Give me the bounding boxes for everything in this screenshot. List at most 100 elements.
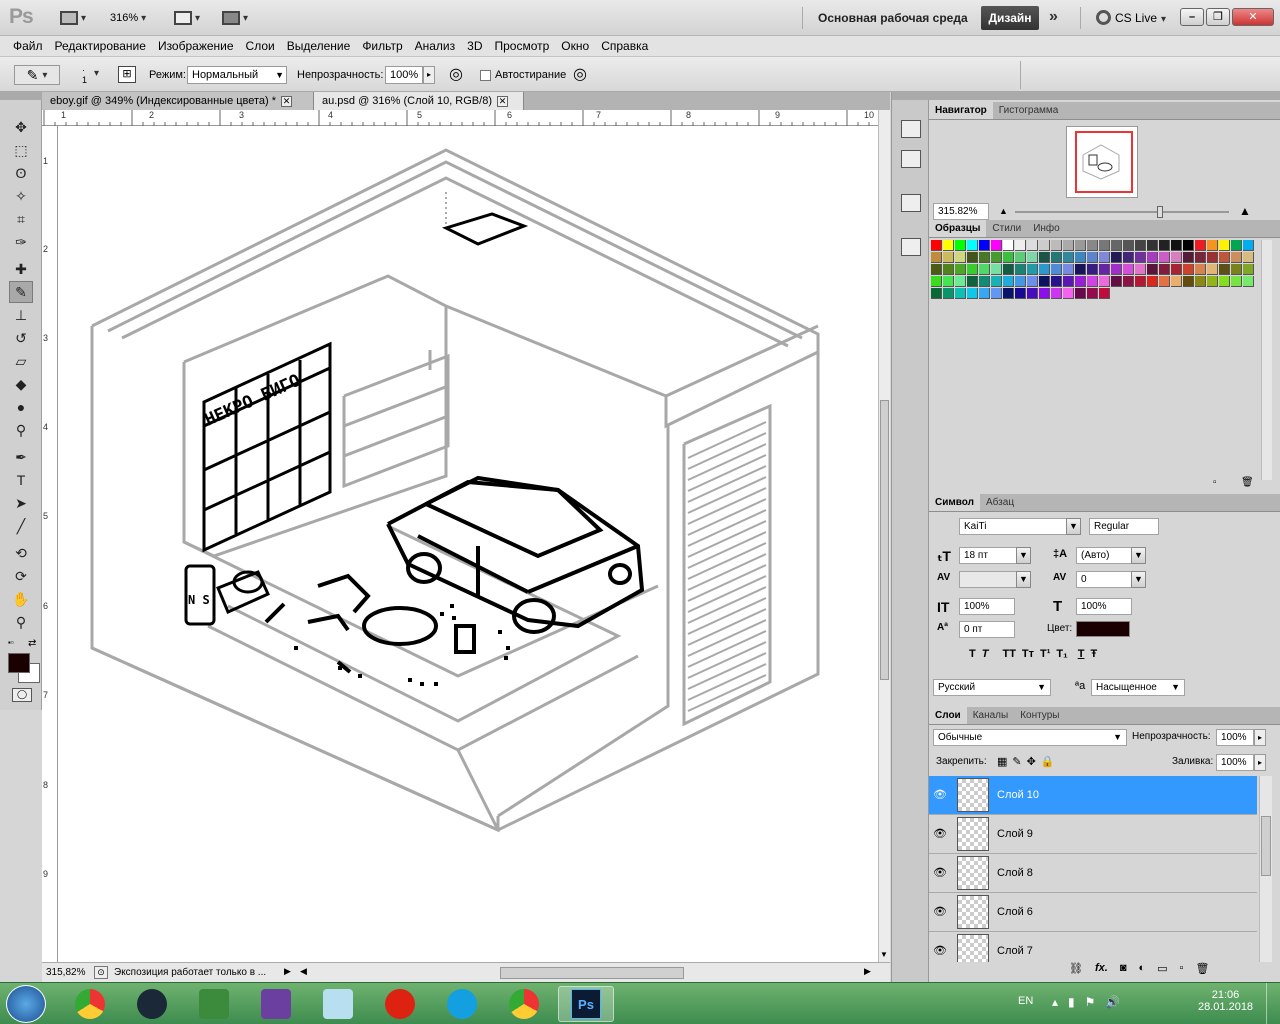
color-swatch[interactable] <box>1147 264 1158 275</box>
color-swatch[interactable] <box>955 252 966 263</box>
color-swatch[interactable] <box>1039 240 1050 251</box>
quick-mask-icon[interactable]: ◯ <box>12 688 32 702</box>
color-swatch[interactable] <box>1003 288 1014 299</box>
navigator-preview[interactable] <box>1066 126 1138 198</box>
zoom-in-icon[interactable]: ▲ <box>1239 204 1251 218</box>
color-swatch[interactable] <box>1015 276 1026 287</box>
color-swatch[interactable] <box>1147 252 1158 263</box>
history-panel-icon[interactable] <box>901 120 921 138</box>
all-caps-button[interactable]: TT <box>1002 648 1015 660</box>
color-swatch[interactable] <box>1015 264 1026 275</box>
font-family-dropdown-icon[interactable]: ▼ <box>1066 518 1081 535</box>
layer-row[interactable]: 👁 Слой 8 <box>929 854 1257 893</box>
path-selection-tool-icon[interactable]: ➤ <box>9 492 33 514</box>
pen-tool-icon[interactable]: ✒ <box>9 446 33 468</box>
color-swatch[interactable] <box>1243 264 1254 275</box>
screen-mode-button[interactable] <box>222 8 248 28</box>
color-swatch[interactable] <box>1003 252 1014 263</box>
taskbar-photoshop-button[interactable]: Ps <box>558 986 614 1022</box>
layers-scrollbar[interactable] <box>1259 776 1272 962</box>
color-swatch[interactable] <box>967 240 978 251</box>
color-swatch[interactable] <box>1063 288 1074 299</box>
color-swatch[interactable] <box>1207 240 1218 251</box>
more-workspaces-icon[interactable]: » <box>1049 8 1058 26</box>
color-swatch[interactable] <box>1087 276 1098 287</box>
color-swatch[interactable] <box>979 252 990 263</box>
color-swatch[interactable] <box>1147 276 1158 287</box>
color-swatch[interactable] <box>1099 276 1110 287</box>
color-swatch[interactable] <box>991 264 1002 275</box>
color-swatch[interactable] <box>979 288 990 299</box>
color-swatch[interactable] <box>1207 276 1218 287</box>
eyedropper-tool-icon[interactable]: ✑ <box>9 231 33 253</box>
navigator-zoom-thumb[interactable] <box>1157 206 1163 218</box>
strikethrough-button[interactable]: Ŧ <box>1090 648 1097 660</box>
swatch-grid[interactable] <box>931 240 1259 300</box>
tab-info[interactable]: Инфо <box>1027 220 1066 237</box>
menu-3d[interactable]: 3D <box>462 39 487 53</box>
magic-wand-tool-icon[interactable]: ✧ <box>9 185 33 207</box>
language-select[interactable]: Русский ▼ <box>933 679 1051 696</box>
visibility-eye-icon[interactable]: 👁 <box>933 905 947 918</box>
font-size-dropdown-icon[interactable]: ▼ <box>1016 547 1031 564</box>
color-swatch[interactable] <box>1015 240 1026 251</box>
document-canvas[interactable]: НЕКРО БИГО N S <box>58 126 878 962</box>
new-group-icon[interactable]: ▭ <box>1157 962 1167 975</box>
color-swatch[interactable] <box>1039 276 1050 287</box>
color-swatch[interactable] <box>1015 252 1026 263</box>
start-button[interactable] <box>6 985 46 1023</box>
color-swatch[interactable] <box>1147 240 1158 251</box>
small-caps-button[interactable]: Tт <box>1022 648 1034 660</box>
workspace-label[interactable]: Основная рабочая среда <box>818 11 968 25</box>
color-swatch[interactable] <box>1171 264 1182 275</box>
blend-mode-select[interactable]: Обычные ▼ <box>933 729 1127 746</box>
brushes-panel-icon[interactable] <box>901 194 921 212</box>
menu-window[interactable]: Окно <box>556 39 594 53</box>
color-swatch[interactable] <box>1039 264 1050 275</box>
color-swatch[interactable] <box>1039 288 1050 299</box>
color-swatch[interactable] <box>1039 252 1050 263</box>
color-swatch[interactable] <box>1063 276 1074 287</box>
color-swatch[interactable] <box>955 240 966 251</box>
status-icon[interactable]: ⊙ <box>94 966 108 979</box>
color-swatch[interactable] <box>1195 276 1206 287</box>
zoom-level-dropdown[interactable]: 316% <box>110 8 146 28</box>
clone-source-panel-icon[interactable] <box>901 238 921 256</box>
lock-transparency-icon[interactable]: ▦ <box>997 755 1007 768</box>
color-swatch[interactable] <box>991 288 1002 299</box>
color-swatch[interactable] <box>943 252 954 263</box>
color-swatch[interactable] <box>955 264 966 275</box>
color-swatch[interactable] <box>1111 240 1122 251</box>
faux-italic-button[interactable]: T <box>982 648 989 660</box>
color-swatch[interactable] <box>1075 240 1086 251</box>
fill-input[interactable]: 100% <box>1216 754 1254 771</box>
color-swatch[interactable] <box>1231 264 1242 275</box>
color-swatch[interactable] <box>943 288 954 299</box>
color-swatch[interactable] <box>1075 276 1086 287</box>
color-swatch[interactable] <box>1207 264 1218 275</box>
color-swatch[interactable] <box>991 240 1002 251</box>
underline-button[interactable]: T <box>1078 648 1085 660</box>
zoom-out-icon[interactable]: ▲ <box>999 206 1008 216</box>
color-swatch[interactable] <box>1231 276 1242 287</box>
taskbar-opera-button[interactable] <box>372 986 428 1022</box>
color-swatch[interactable] <box>1027 264 1038 275</box>
taskbar-steam-button[interactable] <box>124 986 180 1022</box>
leading-input[interactable]: (Авто) <box>1076 547 1132 564</box>
color-swatch[interactable] <box>1075 252 1086 263</box>
fill-arrow-icon[interactable]: ▸ <box>1254 754 1266 771</box>
color-swatch[interactable] <box>967 288 978 299</box>
color-swatch[interactable] <box>931 252 942 263</box>
color-swatch[interactable] <box>967 276 978 287</box>
tab-swatches[interactable]: Образцы <box>929 220 987 237</box>
healing-brush-tool-icon[interactable]: ✚ <box>9 258 33 280</box>
close-button[interactable]: ✕ <box>1232 8 1274 26</box>
color-swatch[interactable] <box>1219 252 1230 263</box>
text-color-swatch[interactable] <box>1076 621 1130 637</box>
tracking-input[interactable]: 0 <box>1076 571 1132 588</box>
color-swatch[interactable] <box>1219 264 1230 275</box>
launch-bridge-button[interactable] <box>60 8 86 28</box>
color-swatch[interactable] <box>1003 240 1014 251</box>
color-swatch[interactable] <box>1135 252 1146 263</box>
scrollbar-thumb[interactable] <box>880 400 889 680</box>
